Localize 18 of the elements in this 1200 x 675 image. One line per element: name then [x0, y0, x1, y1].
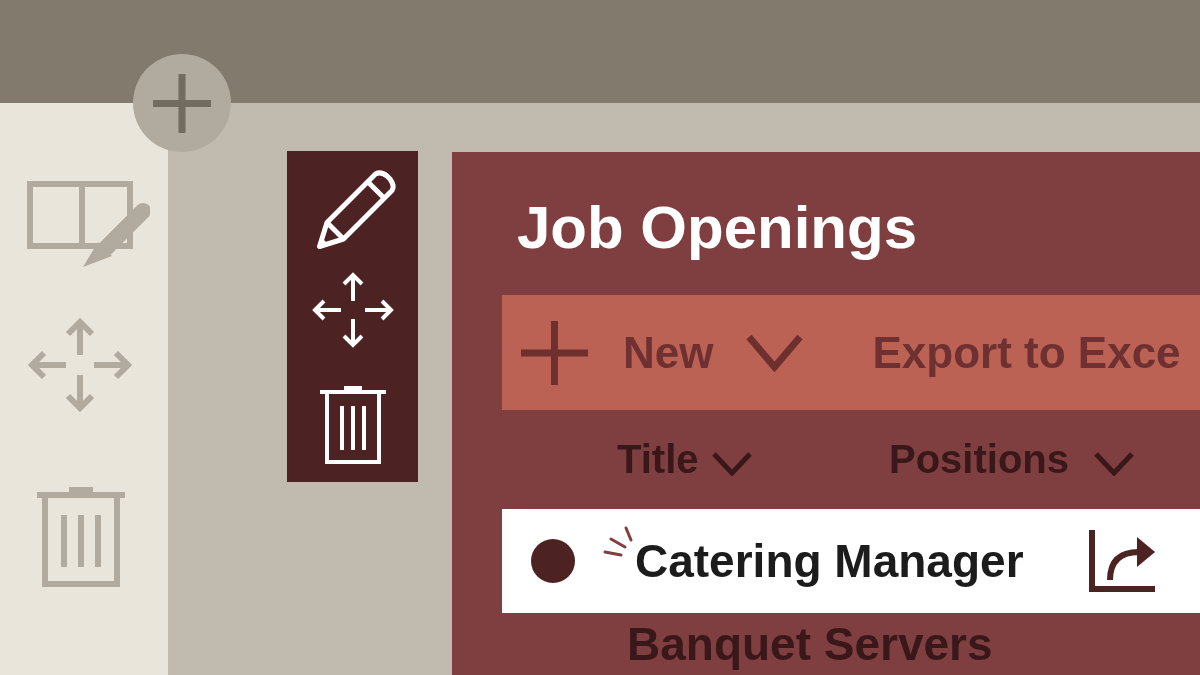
column-header[interactable]: Positions [889, 437, 1135, 482]
list-row[interactable]: Catering Manager [502, 509, 1200, 613]
sparkle-icon [603, 525, 633, 557]
plus-icon [153, 73, 211, 133]
new-button[interactable]: New [521, 320, 804, 385]
caret-icon [746, 333, 804, 372]
share-icon[interactable] [1089, 530, 1155, 592]
caret-icon [1094, 451, 1135, 476]
caret-icon [711, 451, 752, 476]
row-title[interactable]: Banquet Servers [627, 618, 993, 670]
list-title: Job Openings [517, 193, 918, 263]
row-title: Catering Manager [635, 535, 1024, 587]
export-button[interactable]: Export to Exce [872, 327, 1181, 378]
trash-icon[interactable] [319, 384, 386, 464]
column-header[interactable]: Title [617, 437, 889, 482]
plus-icon [521, 320, 588, 385]
dot-icon [531, 539, 575, 583]
move-arrows-icon[interactable] [311, 272, 394, 348]
